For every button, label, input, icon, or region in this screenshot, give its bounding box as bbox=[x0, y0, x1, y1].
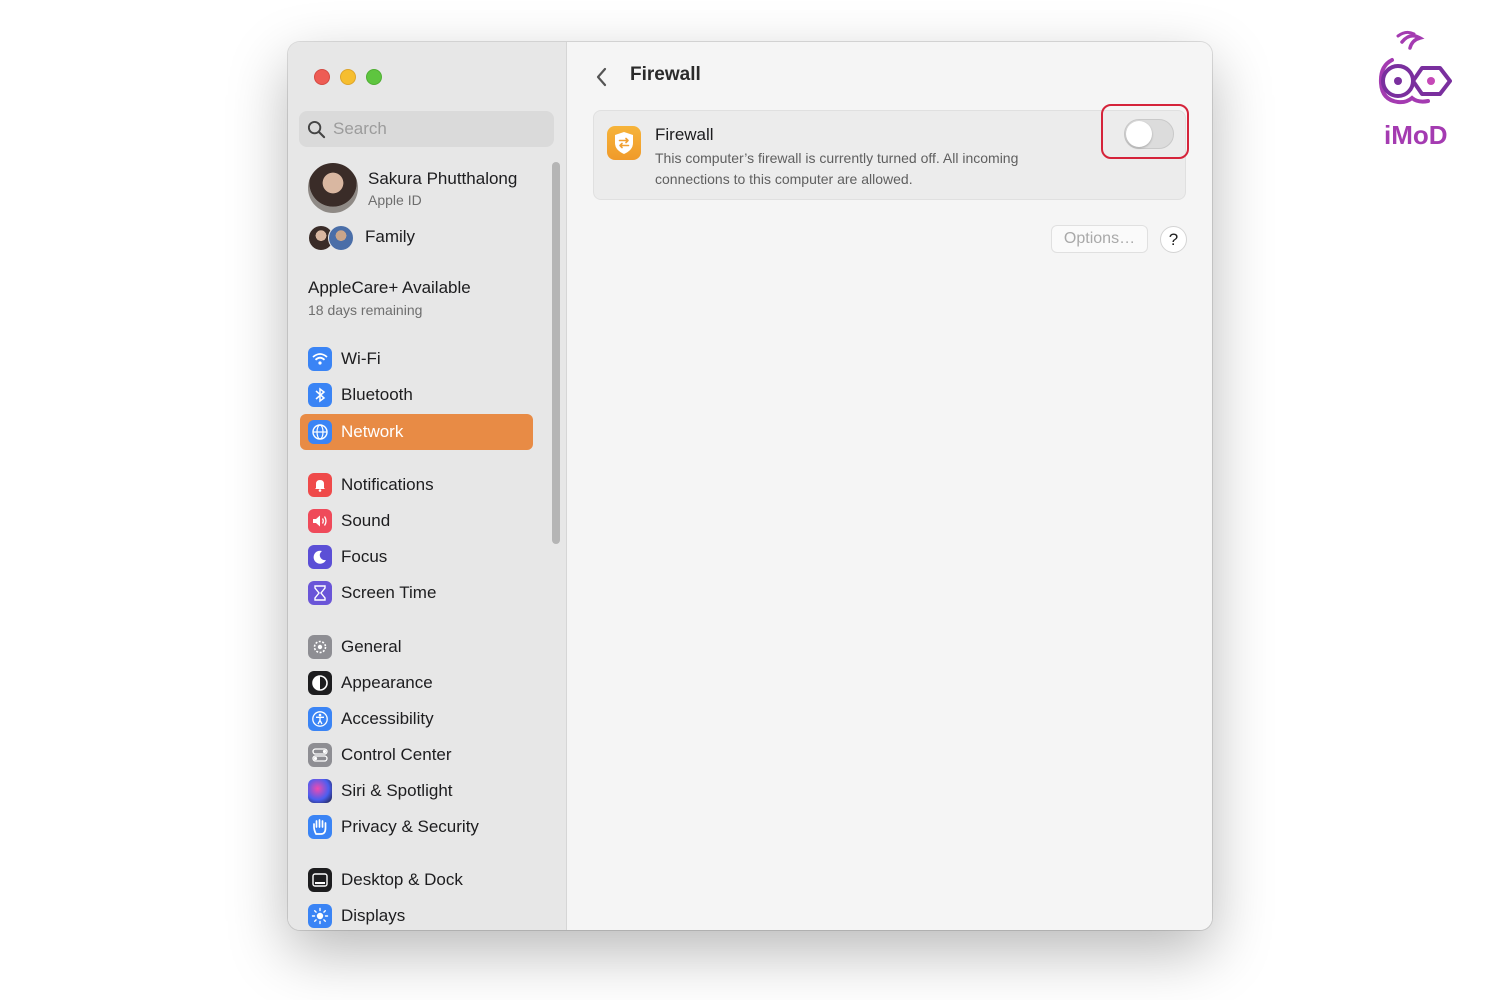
sidebar-item-label: Desktop & Dock bbox=[341, 870, 463, 889]
sidebar-item-label: Privacy & Security bbox=[341, 817, 479, 836]
applecare-title: AppleCare+ Available bbox=[308, 278, 471, 297]
wifi-icon bbox=[308, 347, 332, 371]
family-avatar bbox=[328, 225, 354, 251]
sidebar-item-label: General bbox=[341, 637, 402, 656]
profile-name: Sakura Phutthalong bbox=[368, 169, 518, 188]
back-button[interactable] bbox=[593, 66, 611, 88]
settings-window: Sakura Phutthalong Apple ID Family Apple… bbox=[288, 42, 1212, 930]
close-button[interactable] bbox=[314, 69, 330, 85]
search-field[interactable] bbox=[299, 111, 554, 147]
toggles-icon bbox=[308, 743, 332, 767]
firewall-shield-icon bbox=[607, 126, 641, 160]
speaker-icon bbox=[308, 509, 332, 533]
search-input[interactable] bbox=[333, 111, 543, 147]
sidebar-item-label: Wi-Fi bbox=[341, 349, 381, 368]
family-label: Family bbox=[365, 227, 416, 246]
sidebar-item-label: Screen Time bbox=[341, 583, 437, 602]
firewall-description: This computer’s firewall is currently tu… bbox=[655, 150, 1019, 187]
watermark-text: iMoD bbox=[1384, 120, 1448, 150]
sidebar: Sakura Phutthalong Apple ID Family Apple… bbox=[288, 42, 567, 930]
sidebar-item-desktop-dock[interactable]: Desktop & Dock bbox=[300, 862, 533, 898]
sidebar-item-label: Network bbox=[341, 422, 404, 441]
toggle-knob bbox=[1126, 121, 1152, 147]
sidebar-item-displays[interactable]: Displays bbox=[300, 898, 533, 930]
sidebar-item-screen-time[interactable]: Screen Time bbox=[300, 575, 533, 611]
hourglass-icon bbox=[308, 581, 332, 605]
search-icon bbox=[307, 120, 326, 139]
profile-subtitle: Apple ID bbox=[368, 192, 422, 208]
apple-id-profile[interactable]: Sakura Phutthalong Apple ID bbox=[308, 163, 538, 215]
sidebar-item-label: Siri & Spotlight bbox=[341, 781, 453, 800]
gear-icon bbox=[308, 635, 332, 659]
sidebar-item-wifi[interactable]: Wi-Fi bbox=[300, 341, 533, 377]
imod-logo: iMoD bbox=[1372, 28, 1458, 152]
applecare-item[interactable]: AppleCare+ Available 18 days remaining bbox=[308, 278, 471, 318]
sidebar-item-label: Appearance bbox=[341, 673, 433, 692]
applecare-subtitle: 18 days remaining bbox=[308, 302, 423, 318]
sidebar-item-label: Focus bbox=[341, 547, 388, 566]
sidebar-item-appearance[interactable]: Appearance bbox=[300, 665, 533, 701]
sidebar-item-privacy-security[interactable]: Privacy & Security bbox=[300, 809, 533, 845]
help-button[interactable]: ? bbox=[1160, 226, 1187, 253]
sidebar-item-label: Sound bbox=[341, 511, 391, 530]
bluetooth-icon bbox=[308, 383, 332, 407]
sidebar-item-accessibility[interactable]: Accessibility bbox=[300, 701, 533, 737]
sidebar-item-notifications[interactable]: Notifications bbox=[300, 467, 533, 503]
minimize-button[interactable] bbox=[340, 69, 356, 85]
sidebar-item-focus[interactable]: Focus bbox=[300, 539, 533, 575]
sidebar-item-label: Accessibility bbox=[341, 709, 434, 728]
sidebar-item-control-center[interactable]: Control Center bbox=[300, 737, 533, 773]
dock-icon bbox=[308, 868, 332, 892]
firewall-toggle[interactable] bbox=[1124, 119, 1174, 149]
options-button[interactable]: Options… bbox=[1051, 225, 1148, 253]
siri-icon bbox=[308, 779, 332, 803]
firewall-title: Firewall bbox=[655, 125, 714, 144]
bell-icon bbox=[308, 473, 332, 497]
zoom-button[interactable] bbox=[366, 69, 382, 85]
globe-icon bbox=[308, 420, 332, 444]
sun-icon bbox=[308, 904, 332, 928]
moon-icon bbox=[308, 545, 332, 569]
imod-logo-icon bbox=[1378, 30, 1452, 105]
sidebar-item-label: Control Center bbox=[341, 745, 452, 764]
sidebar-item-general[interactable]: General bbox=[300, 629, 533, 665]
appearance-icon bbox=[308, 671, 332, 695]
firewall-card: Firewall This computer’s firewall is cur… bbox=[593, 110, 1186, 200]
sidebar-item-bluetooth[interactable]: Bluetooth bbox=[300, 377, 533, 413]
sidebar-item-sound[interactable]: Sound bbox=[300, 503, 533, 539]
sidebar-item-network[interactable]: Network bbox=[300, 414, 533, 450]
family-item[interactable]: Family bbox=[308, 223, 508, 251]
sidebar-item-label: Notifications bbox=[341, 475, 434, 494]
avatar bbox=[308, 163, 358, 213]
sidebar-item-label: Displays bbox=[341, 906, 406, 925]
accessibility-icon bbox=[308, 707, 332, 731]
sidebar-scrollbar[interactable] bbox=[552, 162, 560, 544]
window-controls bbox=[314, 69, 382, 85]
main-pane: Firewall Firewall This computer’s firewa… bbox=[567, 42, 1212, 930]
sidebar-item-siri-spotlight[interactable]: Siri & Spotlight bbox=[300, 773, 533, 809]
sidebar-item-label: Bluetooth bbox=[341, 385, 413, 404]
page-title: Firewall bbox=[630, 64, 701, 85]
hand-icon bbox=[308, 815, 332, 839]
